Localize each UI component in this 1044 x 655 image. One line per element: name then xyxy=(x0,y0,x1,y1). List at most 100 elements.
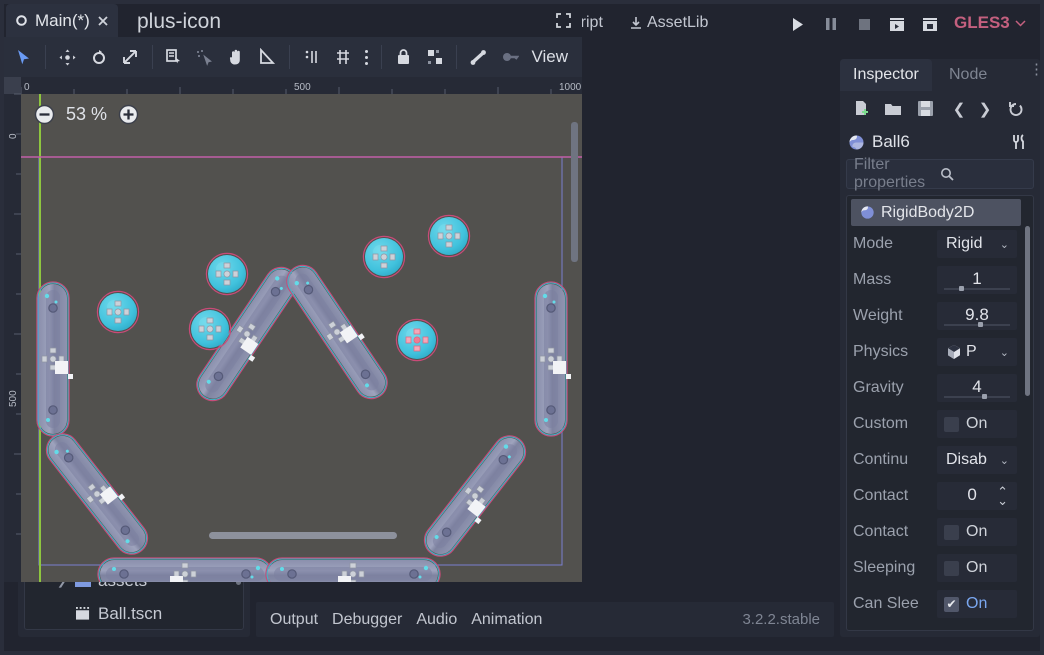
inspector-toolbar: ❮ ❯ xyxy=(840,91,1040,125)
wall-capsule[interactable] xyxy=(266,558,440,582)
filesystem-item[interactable]: Ball.tscn xyxy=(25,598,243,630)
chevron-right-icon[interactable]: ❯ xyxy=(974,98,996,119)
bottom-tab-debugger[interactable]: Debugger xyxy=(332,611,402,629)
property-checkbox[interactable]: On xyxy=(937,559,987,577)
play-button[interactable] xyxy=(787,13,809,35)
wall-capsule[interactable] xyxy=(37,282,73,436)
property-value: On xyxy=(966,415,987,433)
bone-icon[interactable] xyxy=(465,43,492,71)
ball-ball5[interactable] xyxy=(428,215,469,256)
property-value: P xyxy=(937,343,1000,361)
property-row: Can Slee✔On xyxy=(847,586,1033,622)
property-number-field[interactable]: 4 xyxy=(937,374,1017,402)
wall-capsule[interactable] xyxy=(535,282,571,436)
property-number-field[interactable]: 9.8 xyxy=(937,302,1017,330)
group-tool[interactable] xyxy=(421,43,448,71)
lock-tool[interactable] xyxy=(390,43,417,71)
property-label: Contact xyxy=(853,523,937,541)
property-checkbox-field[interactable]: On xyxy=(937,410,1017,438)
checkbox-unchecked-icon[interactable] xyxy=(944,525,959,540)
tools-icon[interactable] xyxy=(1010,133,1028,151)
property-number-field[interactable]: 1 xyxy=(937,266,1017,294)
property-checkbox[interactable]: On xyxy=(937,523,987,541)
view-menu-button[interactable]: View xyxy=(525,44,574,70)
property-row: ModeRigid⌄ xyxy=(847,226,1033,262)
property-enum-field[interactable]: Rigid⌄ xyxy=(937,230,1017,258)
rotate-mode-tool[interactable] xyxy=(85,43,112,71)
folder-open-icon[interactable] xyxy=(882,98,904,119)
save-icon[interactable] xyxy=(914,98,936,119)
filter-properties-input[interactable]: Filter properties xyxy=(846,159,1034,189)
bottom-tab-audio[interactable]: Audio xyxy=(416,611,457,629)
property-checkbox[interactable]: ✔On xyxy=(937,595,987,613)
property-list[interactable]: RigidBody2D ModeRigid⌄Mass1Weight9.8Phys… xyxy=(846,195,1034,631)
checkbox-unchecked-icon[interactable] xyxy=(944,417,959,432)
zoom-out-icon[interactable] xyxy=(34,104,55,125)
filesystem-item-label: Ball.tscn xyxy=(98,604,162,624)
checkbox-checked-icon[interactable]: ✔ xyxy=(944,597,959,612)
filesystem-item-name[interactable]: Ball.tscn xyxy=(71,603,169,626)
ball-ball[interactable] xyxy=(97,291,138,332)
property-resource-field[interactable]: P⌄ xyxy=(937,338,1017,366)
property-label: Gravity xyxy=(853,379,937,397)
play-scene-button[interactable] xyxy=(886,13,908,35)
new-resource-icon[interactable] xyxy=(850,98,872,119)
pan-mode-tool[interactable] xyxy=(223,43,250,71)
mode-assetlib-button[interactable]: AssetLib xyxy=(622,10,715,36)
property-checkbox-field[interactable]: On xyxy=(937,554,1017,582)
pointer-select-icon[interactable] xyxy=(192,43,219,71)
ball-ball3[interactable] xyxy=(189,308,230,349)
renderer-selector[interactable]: GLES3 xyxy=(954,13,1026,33)
tab-inspector[interactable]: Inspector xyxy=(840,59,932,91)
property-label: Mass xyxy=(853,271,937,289)
tab-node[interactable]: Node xyxy=(936,59,1000,91)
canvas-2d-viewport[interactable] xyxy=(21,94,582,582)
snap-mode-tool[interactable] xyxy=(298,43,325,71)
spinner-icon[interactable]: ⌃⌄ xyxy=(997,487,1008,505)
bottom-tab-animation[interactable]: Animation xyxy=(471,611,542,629)
close-icon[interactable] xyxy=(97,15,109,27)
property-slider[interactable] xyxy=(944,396,1010,398)
property-label: Continu xyxy=(853,451,937,469)
zoom-in-icon[interactable] xyxy=(118,104,139,125)
history-icon[interactable] xyxy=(1005,98,1027,119)
property-checkbox[interactable]: On xyxy=(937,415,987,433)
bottom-tab-output[interactable]: Output xyxy=(270,611,318,629)
list-select-tool[interactable] xyxy=(160,43,187,71)
pause-button[interactable] xyxy=(820,13,842,35)
chevron-left-icon[interactable]: ❮ xyxy=(948,98,970,119)
play-custom-scene-button[interactable] xyxy=(919,13,941,35)
property-enum-field[interactable]: Disab⌄ xyxy=(937,446,1017,474)
scene-tab-main[interactable]: Main(*) xyxy=(6,4,118,37)
property-slider[interactable] xyxy=(944,324,1010,326)
key-icon[interactable] xyxy=(496,43,523,71)
checkbox-unchecked-icon[interactable] xyxy=(944,561,959,576)
property-checkbox-field[interactable]: On xyxy=(937,518,1017,546)
property-checkbox-field[interactable]: ✔On xyxy=(937,590,1017,618)
ball-ball6[interactable] xyxy=(396,319,437,360)
smart-snap-tool[interactable] xyxy=(329,43,356,71)
zoom-level-label: 53 % xyxy=(66,104,107,125)
class-header[interactable]: RigidBody2D xyxy=(851,199,1021,226)
chevron-down-icon xyxy=(1015,20,1026,27)
ruler-horizontal: 0 500 1000 xyxy=(4,77,582,94)
inspector-dock-menu-icon[interactable]: ⋮ xyxy=(1029,67,1033,72)
stop-button[interactable] xyxy=(853,13,875,35)
ball-ball2[interactable] xyxy=(206,253,247,294)
property-value: Rigid xyxy=(937,235,1000,253)
ruler-mode-tool[interactable] xyxy=(254,43,281,71)
add-scene-tab-button[interactable]: plus-icon xyxy=(137,10,221,34)
play-custom-icon xyxy=(922,17,938,32)
move-mode-tool[interactable] xyxy=(54,43,81,71)
ball-ball4[interactable] xyxy=(363,236,404,277)
snap-options-tool[interactable] xyxy=(360,43,373,71)
distraction-free-icon[interactable] xyxy=(555,12,572,29)
canvas-vertical-scrollbar[interactable] xyxy=(571,122,578,262)
scale-mode-tool[interactable] xyxy=(116,43,143,71)
version-label: 3.2.2.stable xyxy=(742,611,820,628)
wall-capsule[interactable] xyxy=(98,558,272,582)
property-spin-field[interactable]: 0⌃⌄ xyxy=(937,482,1017,510)
property-list-scrollbar[interactable] xyxy=(1025,226,1030,396)
property-slider[interactable] xyxy=(944,288,1010,290)
select-mode-tool[interactable] xyxy=(10,43,37,71)
